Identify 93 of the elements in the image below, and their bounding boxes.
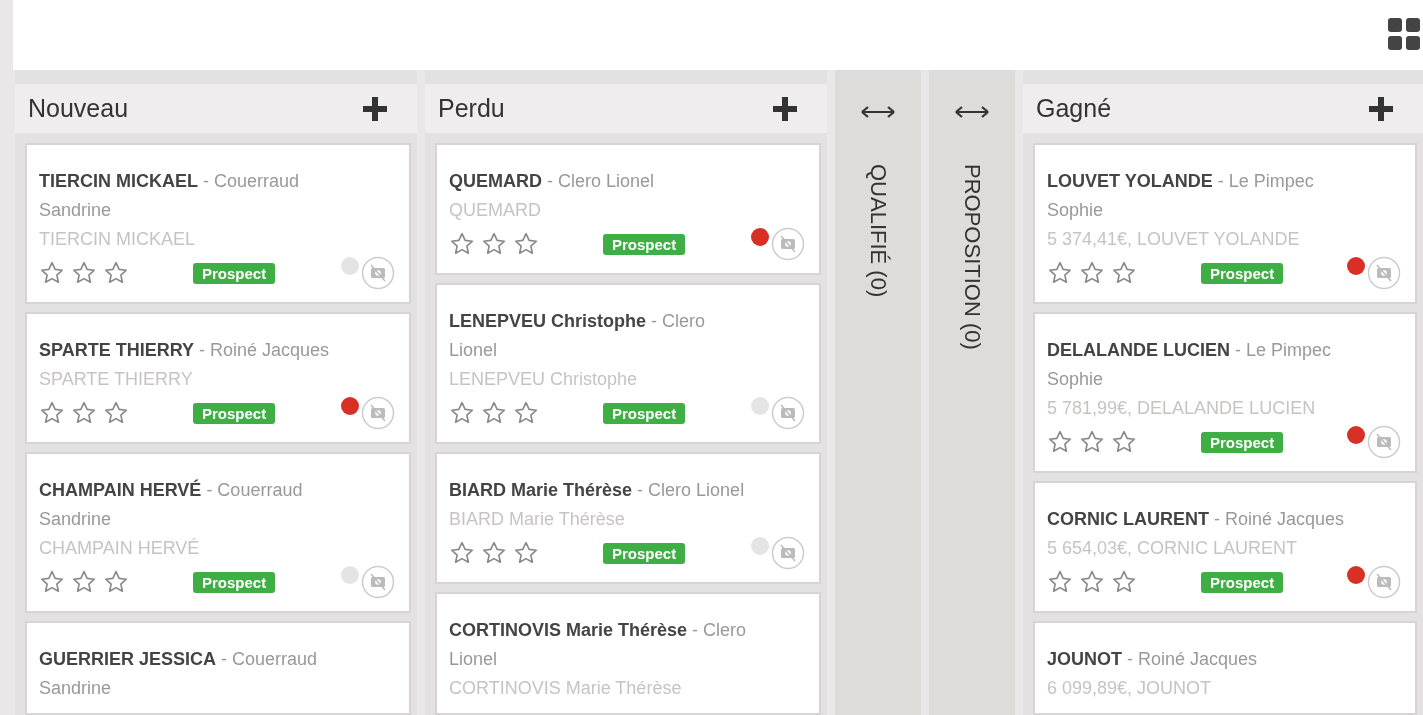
star-icon[interactable] bbox=[1079, 429, 1105, 455]
grid-view-icon[interactable] bbox=[1388, 18, 1420, 50]
card-title: LOUVET YOLANDE - Le Pimpec Sophie bbox=[1047, 170, 1315, 222]
star-icon[interactable] bbox=[481, 540, 507, 566]
add-icon[interactable] bbox=[361, 94, 389, 123]
star-icon[interactable] bbox=[103, 569, 129, 595]
status-tag: Prospect bbox=[1201, 571, 1284, 593]
deal-card[interactable]: GUERRIER JESSICA - Couerraud Sandrine bbox=[25, 621, 411, 715]
collapsed-column[interactable]: QUALIFIÉ (0) bbox=[835, 70, 921, 715]
card-subtitle: 5 781,99€, DELALANDE LUCIEN bbox=[1047, 397, 1317, 420]
expand-arrows-icon[interactable] bbox=[954, 105, 990, 119]
deal-card[interactable]: QUEMARD - Clero Lionel QUEMARD Prospect bbox=[435, 143, 821, 275]
status-tag: Prospect bbox=[193, 262, 276, 284]
star-icon[interactable] bbox=[1111, 429, 1137, 455]
star-icon[interactable] bbox=[481, 400, 507, 426]
column-title: Perdu bbox=[438, 94, 505, 123]
star-icon[interactable] bbox=[481, 231, 507, 257]
expand-arrows-icon[interactable] bbox=[860, 105, 896, 119]
card-subtitle: CHAMPAIN HERVÉ bbox=[39, 537, 201, 560]
card-title: GUERRIER JESSICA - Couerraud Sandrine bbox=[39, 648, 319, 700]
no-photo-icon bbox=[771, 396, 805, 430]
no-photo-icon bbox=[1367, 425, 1401, 459]
star-icon[interactable] bbox=[449, 400, 475, 426]
deal-card[interactable]: TIERCIN MICKAEL - Couerraud Sandrine TIERCIN MICKAEL Prospect bbox=[25, 143, 411, 304]
deal-card[interactable]: DELALANDE LUCIEN - Le Pimpec Sophie 5 781,99€, DELALANDE LUCIEN Prospect bbox=[1033, 312, 1417, 473]
star-icon[interactable] bbox=[103, 400, 129, 426]
card-title: SPARTE THIERRY - Roiné Jacques bbox=[39, 339, 331, 362]
status-tag: Prospect bbox=[603, 542, 686, 564]
deal-card[interactable]: LENEPVEU Christophe - Clero Lionel LENEPVEU Christophe Prospect bbox=[435, 283, 821, 444]
no-photo-icon bbox=[361, 256, 395, 290]
star-icon[interactable] bbox=[71, 569, 97, 595]
card-title: CORNIC LAURENT - Roiné Jacques bbox=[1047, 508, 1346, 531]
add-icon[interactable] bbox=[1367, 94, 1395, 123]
deal-card[interactable]: CORNIC LAURENT - Roiné Jacques 5 654,03€, CORNIC LAURENT Prospect bbox=[1033, 481, 1417, 613]
star-icon[interactable] bbox=[39, 569, 65, 595]
card-subtitle: CORTINOVIS Marie Thérèse bbox=[449, 677, 683, 700]
card-title: JOUNOT - Roiné Jacques bbox=[1047, 648, 1259, 671]
star-icon[interactable] bbox=[513, 540, 539, 566]
card-subtitle: QUEMARD bbox=[449, 199, 542, 222]
star-icon[interactable] bbox=[1079, 260, 1105, 286]
collapsed-column[interactable]: PROPOSITION (0) bbox=[929, 70, 1015, 715]
status-tag: Prospect bbox=[603, 402, 686, 424]
star-icon[interactable] bbox=[449, 231, 475, 257]
deal-card[interactable]: LOUVET YOLANDE - Le Pimpec Sophie 5 374,41€, LOUVET YOLANDE Prospect bbox=[1033, 143, 1417, 304]
star-icon[interactable] bbox=[449, 540, 475, 566]
card-subtitle: 6 099,89€, JOUNOT bbox=[1047, 677, 1213, 700]
card-subtitle: LENEPVEU Christophe bbox=[449, 368, 639, 391]
no-photo-icon bbox=[1367, 256, 1401, 290]
deal-card[interactable]: BIARD Marie Thérèse - Clero Lionel BIARD Marie Thérèse Prospect bbox=[435, 452, 821, 584]
no-photo-icon bbox=[361, 396, 395, 430]
no-photo-icon bbox=[771, 227, 805, 261]
column-title: Gagné bbox=[1036, 94, 1112, 123]
card-subtitle: BIARD Marie Thérèse bbox=[449, 508, 626, 531]
card-subtitle: TIERCIN MICKAEL bbox=[39, 228, 197, 251]
card-subtitle: 5 654,03€, CORNIC LAURENT bbox=[1047, 537, 1299, 560]
add-icon[interactable] bbox=[771, 94, 799, 123]
status-tag: Prospect bbox=[1201, 262, 1284, 284]
card-title: CHAMPAIN HERVÉ - Couerraud Sandrine bbox=[39, 478, 304, 531]
card-title: CORTINOVIS Marie Thérèse - Clero Lionel bbox=[449, 619, 748, 671]
star-icon[interactable] bbox=[1111, 569, 1137, 595]
star-icon[interactable] bbox=[1047, 429, 1073, 455]
no-photo-icon bbox=[771, 536, 805, 570]
star-icon[interactable] bbox=[1047, 569, 1073, 595]
status-tag: Prospect bbox=[193, 571, 276, 593]
no-photo-icon bbox=[1367, 565, 1401, 599]
star-icon[interactable] bbox=[39, 400, 65, 426]
star-icon[interactable] bbox=[1047, 260, 1073, 286]
card-title: QUEMARD - Clero Lionel bbox=[449, 170, 656, 193]
card-subtitle: 5 374,41€, LOUVET YOLANDE bbox=[1047, 228, 1301, 251]
card-title: LENEPVEU Christophe - Clero Lionel bbox=[449, 310, 707, 362]
card-title: DELALANDE LUCIEN - Le Pimpec Sophie bbox=[1047, 339, 1333, 391]
star-icon[interactable] bbox=[513, 231, 539, 257]
no-photo-icon bbox=[361, 565, 395, 599]
star-icon[interactable] bbox=[513, 400, 539, 426]
status-tag: Prospect bbox=[603, 233, 686, 255]
card-title: TIERCIN MICKAEL - Couerraud Sandrine bbox=[39, 170, 301, 222]
card-title: BIARD Marie Thérèse - Clero Lionel bbox=[449, 479, 746, 502]
deal-card[interactable]: CORTINOVIS Marie Thérèse - Clero Lionel CORTINOVIS Marie Thérèse bbox=[435, 592, 821, 715]
card-subtitle: SPARTE THIERRY bbox=[39, 368, 194, 391]
star-icon[interactable] bbox=[1079, 569, 1105, 595]
status-tag: Prospect bbox=[1201, 431, 1284, 453]
column-title: PROPOSITION (0) bbox=[959, 164, 985, 350]
star-icon[interactable] bbox=[103, 260, 129, 286]
status-tag: Prospect bbox=[193, 402, 276, 424]
deal-card[interactable]: SPARTE THIERRY - Roiné Jacques SPARTE THIERRY Prospect bbox=[25, 312, 411, 444]
column-title: Nouveau bbox=[28, 94, 129, 123]
deal-card[interactable]: CHAMPAIN HERVÉ - Couerraud Sandrine CHAMPAIN HERVÉ Prospect bbox=[25, 452, 411, 613]
star-icon[interactable] bbox=[71, 400, 97, 426]
star-icon[interactable] bbox=[39, 260, 65, 286]
deal-card[interactable]: JOUNOT - Roiné Jacques 6 099,89€, JOUNOT bbox=[1033, 621, 1417, 715]
star-icon[interactable] bbox=[1111, 260, 1137, 286]
star-icon[interactable] bbox=[71, 260, 97, 286]
column-title: QUALIFIÉ (0) bbox=[865, 164, 891, 298]
